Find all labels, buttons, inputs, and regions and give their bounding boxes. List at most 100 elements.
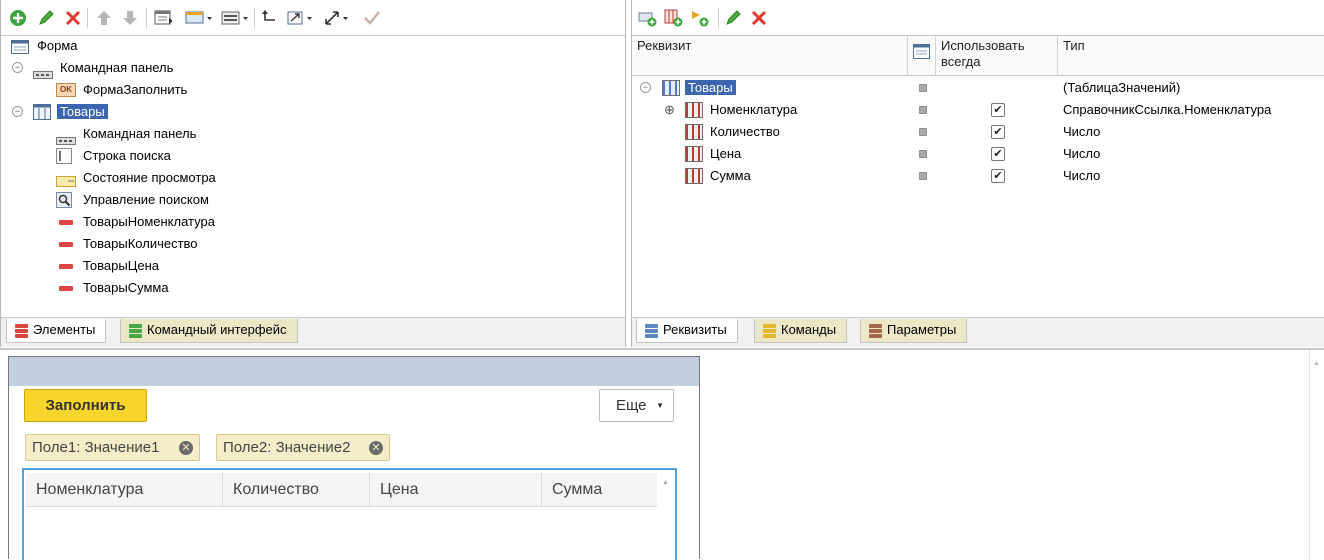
tree-row-fill-command[interactable]: OK ФормаЗаполнить [56, 79, 187, 101]
tree-label: Командная панель [60, 60, 174, 75]
check-icon[interactable] [363, 9, 381, 27]
tree-label: ТоварыСумма [83, 280, 169, 295]
tree-row-field-price[interactable]: ТоварыЦена [56, 255, 159, 277]
tree-row-view-status[interactable]: Состояние просмотра [56, 167, 216, 189]
command-interface-stack-icon [129, 324, 143, 338]
view-status-icon [56, 172, 76, 187]
tree-row-field-nomenclature[interactable]: ТоварыНоменклатура [56, 211, 215, 233]
tree-row-search-control[interactable]: Управление поиском [56, 189, 209, 211]
right-tabs-bar: Реквизиты Команды Параметры [632, 317, 1324, 347]
stretch-dropdown-icon[interactable] [323, 9, 351, 27]
column-header-type[interactable]: Тип [1058, 36, 1324, 76]
tab-parameters[interactable]: Параметры [860, 319, 968, 343]
filter-label: Поле2: Значение2 [223, 439, 351, 456]
tree-label: Управление поиском [83, 192, 209, 207]
form-view-icon[interactable] [154, 9, 172, 27]
edit-pencil-icon[interactable] [724, 9, 742, 27]
use-always-checkbox[interactable]: ✔ [991, 125, 1005, 139]
tree-label: ТоварыЦена [83, 258, 159, 273]
field-icon [59, 264, 73, 269]
tree-row-field-quantity[interactable]: ТоварыКоличество [56, 233, 198, 255]
view-flag-icon[interactable] [919, 128, 927, 136]
resize-dropdown-icon[interactable] [287, 9, 315, 27]
collapse-toggle-icon[interactable]: − [640, 82, 651, 93]
requisite-type: Число [1063, 146, 1101, 161]
tree-label: Состояние просмотра [83, 170, 216, 185]
view-flag-icon[interactable] [919, 84, 927, 92]
table-column-sum[interactable]: Сумма [542, 473, 657, 507]
scroll-up-icon[interactable]: ▲ [1313, 360, 1320, 367]
requisite-row-sum[interactable]: Сумма [710, 165, 751, 187]
column-header-view-icon[interactable] [908, 36, 936, 76]
column-label: Тип [1063, 38, 1085, 53]
tab-commands[interactable]: Команды [754, 319, 848, 343]
layout-dropdown-icon[interactable] [221, 9, 249, 27]
close-icon[interactable]: ✕ [179, 441, 193, 455]
add-requisite-icon[interactable] [638, 9, 658, 27]
requisite-row-goods[interactable]: Товары [685, 77, 736, 99]
tree-row-goods-table[interactable]: Товары [33, 101, 108, 123]
use-always-checkbox[interactable]: ✔ [991, 103, 1005, 117]
column-label: Реквизит [637, 38, 692, 53]
add-table-icon[interactable] [664, 9, 684, 27]
tab-elements[interactable]: Элементы [6, 319, 107, 343]
move-down-icon[interactable] [121, 9, 139, 27]
elements-toolbar [1, 0, 625, 36]
column-header-use-always[interactable]: Использовать всегда [936, 36, 1058, 76]
requisite-type: Число [1063, 168, 1101, 183]
requisite-row-nomenclature[interactable]: Номенклатура [710, 99, 797, 121]
add-icon[interactable] [9, 9, 27, 27]
tree-row-field-sum[interactable]: ТоварыСумма [56, 277, 169, 299]
tree-row-form[interactable]: Форма [11, 35, 78, 57]
requisite-type: Число [1063, 124, 1101, 139]
form-preview: Заполнить Еще ▼ Поле1: Значение1 ✕ Поле2… [8, 356, 700, 560]
use-always-checkbox[interactable]: ✔ [991, 169, 1005, 183]
preview-header [9, 357, 699, 386]
tree-row-command-panel[interactable]: Командная панель [33, 57, 173, 79]
filter-chip[interactable]: Поле1: Значение1 ✕ [25, 434, 200, 461]
add-column-icon[interactable] [690, 9, 710, 27]
table-column-nomenclature[interactable]: Номенклатура [26, 473, 223, 507]
requisite-type: СправочникСсылка.Номенклатура [1063, 102, 1272, 117]
splitter[interactable] [0, 348, 1324, 350]
magnifier-icon [56, 192, 72, 208]
tab-requisites[interactable]: Реквизиты [636, 319, 738, 343]
ok-button-icon: OK [56, 83, 76, 97]
table-scrollbar[interactable]: ▲ [657, 473, 675, 560]
requisite-name: Товары [685, 80, 736, 95]
goods-table[interactable]: Номенклатура Количество Цена Сумма ▲ [22, 468, 677, 560]
more-button-label: Еще [616, 397, 647, 414]
more-button[interactable]: Еще ▼ [599, 389, 674, 422]
table-column-quantity[interactable]: Количество [223, 473, 370, 507]
tab-command-interface[interactable]: Командный интерфейс [120, 319, 298, 343]
use-always-checkbox[interactable]: ✔ [991, 147, 1005, 161]
requisite-row-price[interactable]: Цена [710, 143, 741, 165]
page-scrollbar[interactable]: ▲ [1309, 350, 1324, 559]
expand-toggle-icon[interactable]: ⊕ [664, 103, 675, 116]
move-up-icon[interactable] [95, 9, 113, 27]
collapse-toggle-icon[interactable]: − [12, 62, 23, 73]
view-flag-icon[interactable] [919, 150, 927, 158]
delete-icon[interactable] [750, 9, 768, 27]
tree-row-search-string[interactable]: Строка поиска [56, 145, 171, 167]
close-icon[interactable]: ✕ [369, 441, 383, 455]
tree-row-command-panel-2[interactable]: Командная панель [56, 123, 196, 145]
view-flag-icon[interactable] [919, 172, 927, 180]
collapse-toggle-icon[interactable]: − [12, 106, 23, 117]
column-label: Использовать всегда [941, 38, 1025, 69]
filter-chip[interactable]: Поле2: Значение2 ✕ [216, 434, 390, 461]
fill-button[interactable]: Заполнить [24, 389, 147, 422]
column-icon [685, 146, 703, 162]
tree-label: Строка поиска [83, 148, 171, 163]
edit-pencil-icon[interactable] [37, 9, 55, 27]
column-icon [685, 168, 703, 184]
delete-icon[interactable] [64, 9, 82, 27]
scroll-up-icon[interactable]: ▲ [662, 479, 669, 486]
field-icon [59, 242, 73, 247]
requisite-row-quantity[interactable]: Количество [710, 121, 780, 143]
column-header-requisite[interactable]: Реквизит [632, 36, 908, 76]
table-column-price[interactable]: Цена [370, 473, 542, 507]
move-out-icon[interactable] [261, 9, 279, 27]
view-flag-icon[interactable] [919, 106, 927, 114]
display-dropdown-icon[interactable] [185, 9, 213, 27]
